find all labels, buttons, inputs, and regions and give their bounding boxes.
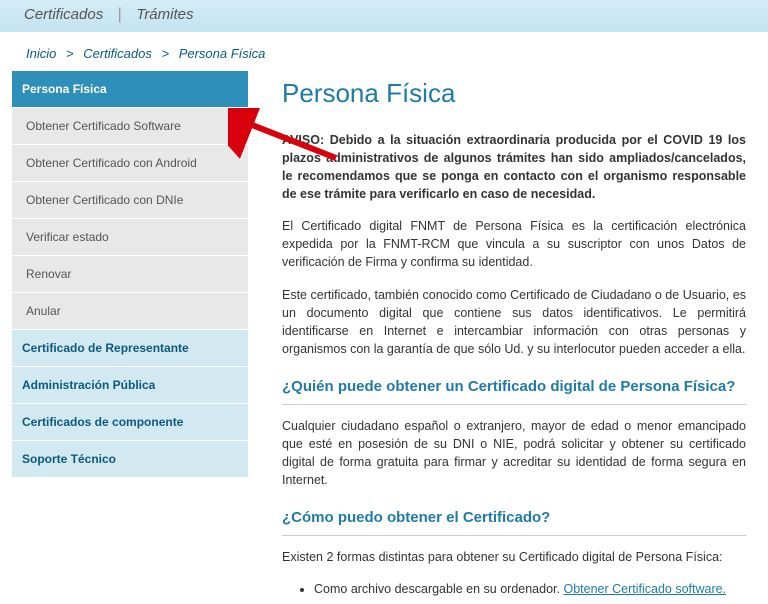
sidebar-item-verificar[interactable]: Verificar estado	[12, 219, 248, 256]
chevron-right-icon: >	[66, 46, 74, 61]
sidebar-item-representante[interactable]: Certificado de Representante	[12, 330, 248, 367]
nav-certificados[interactable]: Certificados	[24, 6, 103, 23]
covid-notice: AVISO: Debido a la situación extraordina…	[282, 131, 746, 204]
who-paragraph: Cualquier ciudadano español o extranjero…	[282, 417, 746, 490]
nav-separator: |	[118, 6, 122, 23]
crumb-persona-fisica[interactable]: Persona Física	[179, 46, 266, 61]
list-item-text: Como archivo descargable en su ordenador…	[314, 582, 563, 596]
nav-tramites[interactable]: Trámites	[136, 6, 193, 23]
page-title: Persona Física	[282, 75, 746, 113]
main-content: Persona Física AVISO: Debido a la situac…	[248, 71, 756, 604]
how-list: Como archivo descargable en su ordenador…	[314, 580, 746, 598]
divider	[282, 535, 746, 536]
how-paragraph: Existen 2 formas distintas para obtener …	[282, 548, 746, 566]
heading-who: ¿Quién puede obtener un Certificado digi…	[282, 376, 746, 398]
top-nav: Certificados | Trámites	[0, 0, 768, 32]
crumb-certificados[interactable]: Certificados	[83, 46, 152, 61]
heading-how: ¿Cómo puedo obtener el Certificado?	[282, 507, 746, 529]
divider	[282, 404, 746, 405]
link-obtener-software[interactable]: Obtener Certificado software.	[563, 582, 726, 596]
crumb-inicio[interactable]: Inicio	[26, 46, 56, 61]
sidebar-item-anular[interactable]: Anular	[12, 293, 248, 330]
intro-paragraph-1: El Certificado digital FNMT de Persona F…	[282, 217, 746, 271]
sidebar-item-persona-fisica[interactable]: Persona Física	[12, 71, 248, 108]
sidebar-item-soporte[interactable]: Soporte Técnico	[12, 441, 248, 478]
sidebar-item-componente[interactable]: Certificados de componente	[12, 404, 248, 441]
sidebar: Persona Física Obtener Certificado Softw…	[12, 71, 248, 604]
sidebar-item-obtener-software[interactable]: Obtener Certificado Software	[12, 108, 248, 145]
sidebar-item-admin-publica[interactable]: Administración Pública	[12, 367, 248, 404]
breadcrumb: Inicio > Certificados > Persona Física	[0, 32, 768, 71]
list-item: Como archivo descargable en su ordenador…	[314, 580, 746, 598]
sidebar-item-obtener-dnie[interactable]: Obtener Certificado con DNIe	[12, 182, 248, 219]
sidebar-item-obtener-android[interactable]: Obtener Certificado con Android	[12, 145, 248, 182]
intro-paragraph-2: Este certificado, también conocido como …	[282, 286, 746, 359]
chevron-right-icon: >	[161, 46, 169, 61]
sidebar-item-renovar[interactable]: Renovar	[12, 256, 248, 293]
